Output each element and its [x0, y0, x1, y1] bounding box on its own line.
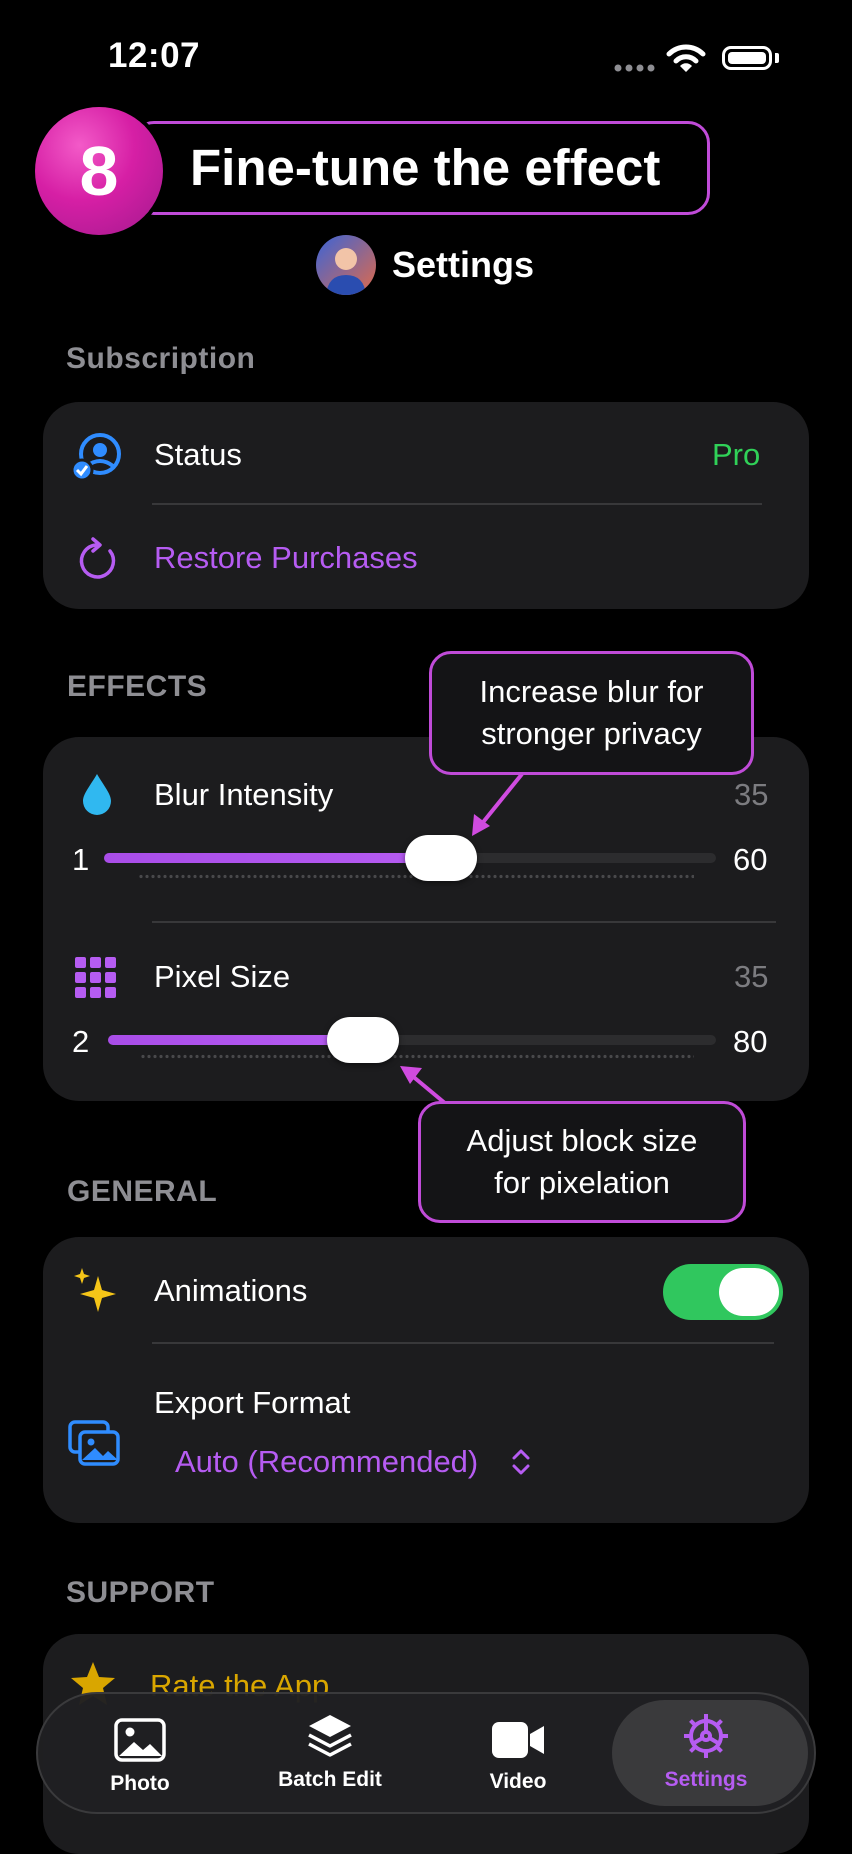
- section-label-support: SUPPORT: [66, 1576, 215, 1609]
- blur-callout-arrow: [478, 772, 524, 828]
- tab-photo[interactable]: Photo: [70, 1692, 210, 1814]
- video-camera-icon: [492, 1722, 544, 1758]
- pixel-callout-arrow: [408, 1072, 448, 1106]
- tab-video-label: Video: [489, 1770, 547, 1793]
- divider: [152, 1342, 774, 1344]
- tab-video[interactable]: Video: [448, 1692, 588, 1814]
- photo-icon: [114, 1718, 166, 1762]
- export-format-select[interactable]: Auto (Recommended): [175, 1444, 478, 1480]
- export-format-label: Export Format: [154, 1385, 351, 1420]
- sparkles-icon: [74, 1268, 116, 1312]
- blur-callout: Increase blur for stronger privacy: [429, 651, 754, 775]
- images-icon: [68, 1420, 120, 1466]
- animations-label: Animations: [154, 1273, 308, 1308]
- tab-photo-label: Photo: [110, 1772, 170, 1795]
- pixel-callout-line1: Adjust block size: [466, 1123, 698, 1158]
- blur-callout-line1: Increase blur for: [479, 674, 704, 709]
- tab-batch-edit[interactable]: Batch Edit: [260, 1692, 400, 1814]
- tab-batch-edit-label: Batch Edit: [278, 1768, 382, 1791]
- section-label-general: GENERAL: [67, 1175, 218, 1208]
- gear-icon: [684, 1714, 728, 1758]
- toggle-knob: [719, 1268, 779, 1316]
- tab-settings[interactable]: Settings: [636, 1692, 776, 1814]
- tab-settings-label: Settings: [664, 1768, 748, 1791]
- animations-toggle[interactable]: [663, 1264, 783, 1320]
- layers-icon: [308, 1715, 352, 1757]
- pixel-callout: Adjust block size for pixelation: [418, 1101, 746, 1223]
- blur-callout-line2: stronger privacy: [481, 716, 702, 751]
- callout-arrows: [400, 772, 524, 1106]
- pixel-callout-line2: for pixelation: [494, 1165, 670, 1200]
- chevron-up-down-icon[interactable]: [510, 1446, 532, 1478]
